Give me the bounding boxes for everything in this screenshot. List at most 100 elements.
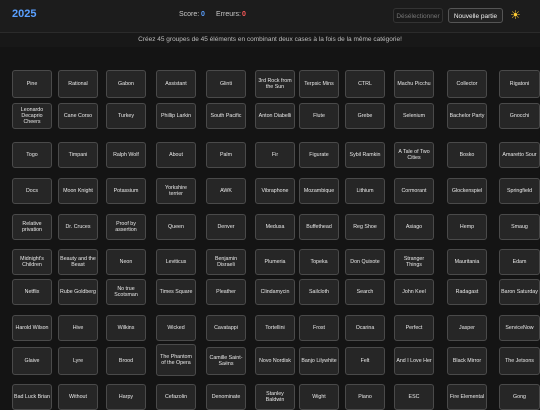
tile[interactable]: Bachelor Party — [447, 103, 487, 129]
tile[interactable]: Moon Knight — [58, 178, 98, 204]
tile[interactable]: CTRL — [345, 70, 385, 98]
tile[interactable]: Potassium — [106, 178, 146, 204]
tile[interactable]: Assistant — [156, 70, 196, 98]
tile[interactable]: Don Quixote — [345, 249, 385, 275]
sun-icon[interactable]: ☀ — [510, 7, 521, 23]
tile[interactable]: Wilkins — [106, 315, 146, 341]
tile[interactable]: Jasper — [447, 315, 487, 341]
tile[interactable]: Asiago — [394, 214, 434, 240]
tile[interactable]: Gabon — [106, 70, 146, 98]
new-game-button[interactable]: Nouvelle partie — [448, 8, 503, 23]
tile[interactable]: Plumeria — [255, 249, 295, 275]
tile[interactable]: Sailcloth — [299, 279, 339, 305]
tile[interactable]: Tortellini — [255, 315, 295, 341]
tile[interactable]: Cavatappi — [206, 315, 246, 341]
tile[interactable]: Turkey — [106, 103, 146, 129]
tile[interactable]: Pleather — [206, 279, 246, 305]
tile[interactable]: Banjo Lilywhite — [299, 347, 339, 375]
tile[interactable]: Fir — [255, 142, 295, 168]
tile[interactable]: Fire Elemental — [447, 384, 487, 410]
tile[interactable]: Wicked — [156, 315, 196, 341]
tile[interactable]: Pine — [12, 70, 52, 98]
tile[interactable]: Vibraphone — [255, 178, 295, 204]
tile[interactable]: Relative privation — [12, 214, 52, 240]
tile[interactable]: Baron Saturday — [499, 279, 540, 305]
tile[interactable]: Bad Luck Brian — [12, 384, 52, 410]
tile[interactable]: Dr. Cruces — [58, 214, 98, 240]
tile[interactable]: Stanley Baldwin — [255, 384, 295, 410]
tile[interactable]: Ocarina — [345, 315, 385, 341]
tile[interactable]: Springfield — [499, 178, 540, 204]
tile[interactable]: Rational — [58, 70, 98, 98]
tile[interactable]: Leviticus — [156, 249, 196, 275]
tile[interactable]: Glaive — [12, 347, 52, 375]
tile[interactable]: Proof by assertion — [106, 214, 146, 240]
tile[interactable]: Figurate — [299, 142, 339, 168]
tile[interactable]: Netflix — [12, 279, 52, 305]
tile[interactable]: Topeka — [299, 249, 339, 275]
tile[interactable]: Hive — [58, 315, 98, 341]
tile[interactable]: Frost — [299, 315, 339, 341]
tile[interactable]: Novo Nordisk — [255, 347, 295, 375]
tile[interactable]: Stranger Things — [394, 249, 434, 275]
tile[interactable]: Beauty and the Beast — [58, 249, 98, 275]
tile[interactable]: Mozambique — [299, 178, 339, 204]
tile[interactable]: Gnocchi — [499, 103, 540, 129]
tile[interactable]: Clindamycin — [255, 279, 295, 305]
tile[interactable]: No true Scotsman — [106, 279, 146, 305]
tile[interactable]: Cane Corso — [58, 103, 98, 129]
tile[interactable]: ESC — [394, 384, 434, 410]
tile[interactable]: Reg Shoe — [345, 214, 385, 240]
tile[interactable]: Wight — [299, 384, 339, 410]
tile[interactable]: Piano — [345, 384, 385, 410]
tile[interactable]: Leonardo Decaprio Cheers — [12, 103, 52, 129]
tile[interactable]: Sybil Ramkin — [345, 142, 385, 168]
tile[interactable]: John Keel — [394, 279, 434, 305]
tile[interactable]: Bosko — [447, 142, 487, 168]
tile[interactable]: Black Mirror — [447, 347, 487, 375]
tile[interactable]: Anton Diabelli — [255, 103, 295, 129]
tile[interactable]: Terpsic Mins — [299, 70, 339, 98]
tile[interactable]: Rigatoni — [499, 70, 540, 98]
tile[interactable]: A Tale of Two Cities — [394, 142, 434, 168]
tile[interactable]: Hemp — [447, 214, 487, 240]
tile[interactable]: Times Square — [156, 279, 196, 305]
tile[interactable]: 3rd Rock from the Sun — [255, 70, 295, 98]
tile[interactable]: Search — [345, 279, 385, 305]
tile[interactable]: Buffethead — [299, 214, 339, 240]
tile[interactable]: Radagast — [447, 279, 487, 305]
tile[interactable]: Harpy — [106, 384, 146, 410]
tile[interactable]: Felt — [345, 347, 385, 375]
tile[interactable]: Neon — [106, 249, 146, 275]
tile[interactable]: The Jetsons — [499, 347, 540, 375]
tile[interactable]: Selenium — [394, 103, 434, 129]
tile[interactable]: Ralph Wolf — [106, 142, 146, 168]
deselect-button[interactable]: Désélectionner — [393, 8, 443, 23]
tile[interactable]: Machu Picchu — [394, 70, 434, 98]
tile[interactable]: About — [156, 142, 196, 168]
tile[interactable]: The Phantom of the Opera — [156, 344, 196, 376]
tile[interactable]: Glinti — [206, 70, 246, 98]
tile[interactable]: Queen — [156, 214, 196, 240]
tile[interactable]: Midnight's Children — [12, 249, 52, 275]
tile[interactable]: Camille Saint-Saëns — [206, 347, 246, 375]
tile[interactable]: Amaretto Sour — [499, 142, 540, 168]
tile[interactable]: Lithium — [345, 178, 385, 204]
tile[interactable]: Yorkshire terrier — [156, 178, 196, 204]
tile[interactable]: Gong — [499, 384, 540, 410]
tile[interactable]: Palm — [206, 142, 246, 168]
tile[interactable]: Flute — [299, 103, 339, 129]
tile[interactable]: Perfect — [394, 315, 434, 341]
tile[interactable]: Grebe — [345, 103, 385, 129]
tile[interactable]: Rube Goldberg — [58, 279, 98, 305]
tile[interactable]: Togo — [12, 142, 52, 168]
tile[interactable]: Docs — [12, 178, 52, 204]
tile[interactable]: Collector — [447, 70, 487, 98]
tile[interactable]: Benjamin Disraeli — [206, 249, 246, 275]
tile[interactable]: South Pacific — [206, 103, 246, 129]
tile[interactable]: Edam — [499, 249, 540, 275]
tile[interactable]: Phillip Larkin — [156, 103, 196, 129]
tile[interactable]: Without — [58, 384, 98, 410]
tile[interactable]: Harold Wilson — [12, 315, 52, 341]
tile[interactable]: And I Love Her — [394, 347, 434, 375]
